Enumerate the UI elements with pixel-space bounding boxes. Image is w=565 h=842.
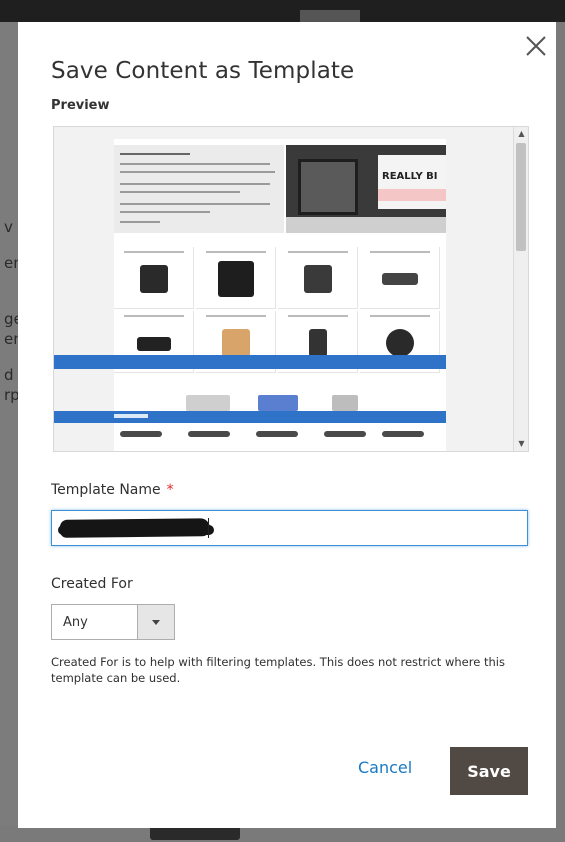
preview-banner-text: REALLY BI <box>382 171 438 182</box>
close-icon <box>526 36 546 56</box>
backdrop-top-highlight <box>300 10 360 22</box>
preview-strip-item <box>382 431 424 437</box>
backdrop-top-bar <box>0 0 565 22</box>
preview-text-line <box>120 211 210 213</box>
backdrop-text-fragment: v <box>4 218 13 236</box>
preview-text-line <box>120 183 270 185</box>
preview-text-line <box>120 221 160 223</box>
scroll-down-arrow-icon[interactable]: ▼ <box>514 437 528 451</box>
preview-banner-highlight <box>378 189 446 201</box>
preview-logo <box>186 395 230 411</box>
preview-product-caption <box>288 251 348 253</box>
preview-blue-bar <box>54 411 446 423</box>
preview-hero-banner: REALLY BI <box>286 145 446 233</box>
preview-logo <box>258 395 298 411</box>
preview-page-render: REALLY BI <box>114 139 446 451</box>
preview-text-line <box>120 203 270 205</box>
save-button[interactable]: Save <box>450 747 528 795</box>
preview-product-caption <box>288 315 348 317</box>
preview-welcome-block <box>114 145 284 233</box>
preview-blue-bar <box>54 355 446 369</box>
created-for-label: Created For <box>51 576 133 592</box>
preview-scrollbar[interactable]: ▲ ▼ <box>513 127 528 451</box>
template-name-label: Template Name * <box>51 482 174 498</box>
created-for-value: Any <box>63 615 88 630</box>
preview-product-image <box>309 329 327 357</box>
preview-product-caption <box>370 251 430 253</box>
backdrop-product-image <box>150 826 240 840</box>
preview-product-caption <box>206 251 266 253</box>
preview-product-caption <box>124 251 184 253</box>
preview-product-cell <box>360 247 440 309</box>
close-button[interactable] <box>524 34 548 58</box>
preview-product-image <box>382 273 418 285</box>
preview-text-line <box>120 191 240 193</box>
preview-strip-item <box>188 431 230 437</box>
backdrop-text-fragment: d <box>4 366 14 384</box>
created-for-select[interactable]: Any <box>51 604 175 640</box>
preview-product-image <box>218 261 254 297</box>
preview-logo <box>332 395 358 411</box>
chevron-down-icon <box>152 620 160 625</box>
backdrop-bottom <box>0 826 565 842</box>
preview-strip-item <box>324 431 366 437</box>
preview-strip-item <box>120 431 162 437</box>
preview-product-caption <box>124 315 184 317</box>
cancel-button[interactable]: Cancel <box>358 758 412 777</box>
scroll-up-arrow-icon[interactable]: ▲ <box>514 127 528 141</box>
preview-product-cell <box>114 247 194 309</box>
save-template-modal: Save Content as Template Preview REALLY … <box>18 22 556 828</box>
preview-hero-shelf <box>286 217 446 233</box>
preview-product-strip <box>120 431 424 439</box>
preview-product-image <box>386 329 414 357</box>
preview-product-cell <box>196 247 276 309</box>
text-caret <box>208 518 209 538</box>
preview-product-cell <box>278 247 358 309</box>
required-asterisk: * <box>166 482 174 498</box>
preview-stamp-image <box>298 159 358 215</box>
preview-label: Preview <box>51 98 110 113</box>
backdrop-right-strip <box>556 22 565 842</box>
created-for-help-text: Created For is to help with filtering te… <box>51 655 505 685</box>
scroll-thumb[interactable] <box>516 143 526 251</box>
modal-title: Save Content as Template <box>51 58 355 84</box>
redaction-mark <box>58 525 214 535</box>
preview-text-line <box>120 163 270 165</box>
preview-product-image <box>304 265 332 293</box>
preview-text-line <box>120 153 190 155</box>
preview-bar-text <box>114 414 148 418</box>
preview-product-image <box>137 337 171 351</box>
preview-strip-item <box>256 431 298 437</box>
select-toggle[interactable] <box>137 605 174 639</box>
preview-text-line <box>120 171 275 173</box>
backdrop-left-strip <box>0 22 18 842</box>
preview-product-image <box>222 329 250 357</box>
preview-frame[interactable]: REALLY BI ▲ ▼ <box>53 126 529 452</box>
template-name-label-text: Template Name <box>51 482 161 498</box>
preview-product-image <box>140 265 168 293</box>
preview-product-caption <box>206 315 266 317</box>
preview-product-caption <box>370 315 430 317</box>
